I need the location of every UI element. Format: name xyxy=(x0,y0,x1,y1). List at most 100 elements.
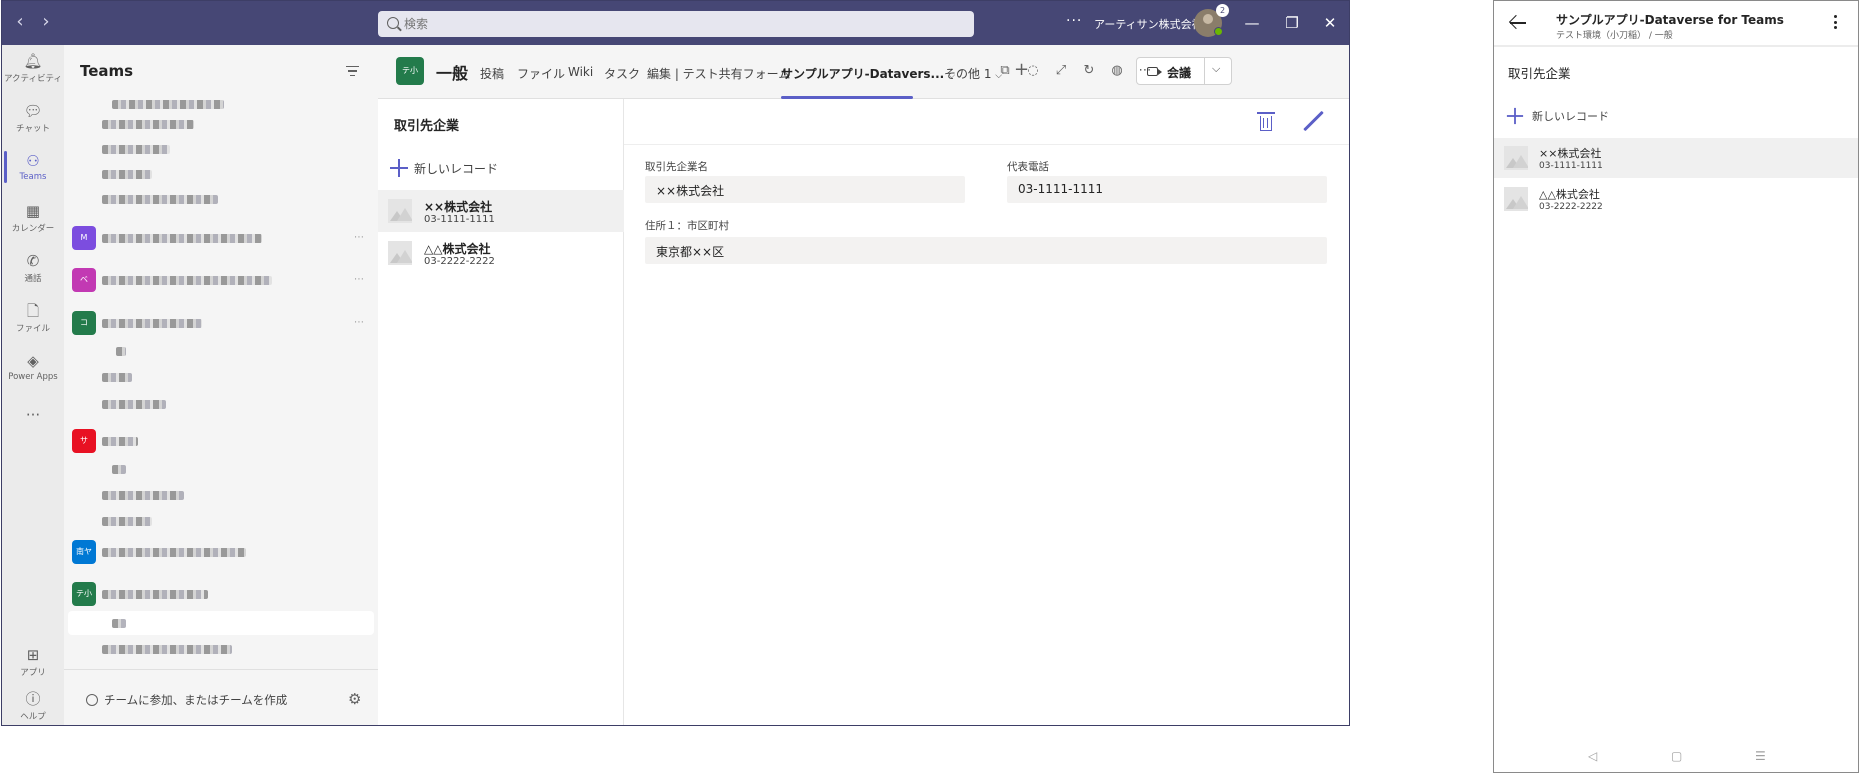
more-options-icon[interactable]: ⋯ xyxy=(1137,63,1153,79)
team-name-blurred[interactable] xyxy=(102,319,202,328)
channel-item-blurred[interactable] xyxy=(102,145,170,154)
appbar-calls[interactable]: ✆ 通話 xyxy=(2,245,64,293)
org-name: アーティサン株式会社 xyxy=(1094,18,1203,31)
record-phone: 03-1111-1111 xyxy=(424,214,495,225)
team-name-blurred[interactable] xyxy=(102,234,262,243)
back-arrow-icon[interactable] xyxy=(1508,13,1530,33)
filter-icon[interactable] xyxy=(346,66,359,77)
minimize-icon[interactable]: — xyxy=(1242,13,1262,33)
company-name-label: 取引先企業名 xyxy=(645,161,708,173)
appbar-teams[interactable]: ⚇ Teams xyxy=(2,145,64,193)
channel-item-blurred[interactable] xyxy=(112,619,126,628)
team-more-icon[interactable]: ⋯ xyxy=(354,274,364,285)
more-options-icon[interactable]: ··· xyxy=(1066,13,1082,29)
address-label: 住所１：市区町村 xyxy=(645,220,729,232)
meet-button-label: 会議 xyxy=(1167,66,1192,80)
channel-item-blurred[interactable] xyxy=(102,517,152,526)
search-box[interactable] xyxy=(378,11,974,37)
record-phone: 03-1111-1111 xyxy=(1539,161,1603,171)
android-back-icon[interactable]: ◁ xyxy=(1588,749,1597,763)
expand-icon[interactable]: ⤢ xyxy=(1053,63,1069,79)
team-name-blurred[interactable] xyxy=(102,548,246,557)
forward-icon[interactable]: › xyxy=(36,12,56,32)
tab-more[interactable]: その他 1 ⌵ xyxy=(944,65,1002,82)
team-avatar[interactable]: 南ヤ xyxy=(72,540,96,564)
team-avatar[interactable]: サ xyxy=(72,429,96,453)
tab-tasks[interactable]: タスク xyxy=(604,65,640,82)
appbar-files[interactable]: 🗋 ファイル xyxy=(2,295,64,343)
gear-icon[interactable]: ⚙ xyxy=(348,690,361,708)
list-item[interactable]: ××株式会社 03-1111-1111 xyxy=(378,190,624,232)
tab-sample-app[interactable]: サンプルアプリ-Datavers... ⌵ xyxy=(781,65,955,82)
teams-panel: Teams M ⋯ ベ ⋯ コ ⋯ サ 南ヤ テ小 チームに参加、またはチームを… xyxy=(64,45,378,725)
join-create-team[interactable]: チームに参加、またはチームを作成 ⚙ xyxy=(64,669,378,725)
back-icon[interactable]: ‹ xyxy=(10,12,30,32)
channel-item-blurred[interactable] xyxy=(102,120,194,129)
list-item[interactable]: △△株式会社 03-2222-2222 xyxy=(378,232,624,274)
notification-badge: 2 xyxy=(1216,4,1229,17)
tab-files[interactable]: ファイル xyxy=(517,65,565,82)
mobile-app-view: サンプルアプリ-Dataverse for Teams テスト環境（小刀稲） /… xyxy=(1493,0,1859,773)
title-bar: ‹ › ··· アーティサン株式会社 2 — ❐ ✕ xyxy=(2,1,1349,45)
conversation-icon[interactable]: ◌ xyxy=(1025,63,1041,79)
team-name-blurred[interactable] xyxy=(102,437,138,446)
team-avatar[interactable]: テ小 xyxy=(72,582,96,606)
team-avatar[interactable]: M xyxy=(72,226,96,250)
channel-header: テ小 一般 投稿 ファイル Wiki タスク 編集 | テスト共有フォーム サン… xyxy=(378,45,1349,99)
tab-posts[interactable]: 投稿 xyxy=(480,65,504,82)
appbar-calendar[interactable]: ▦ カレンダー xyxy=(2,195,64,243)
refresh-icon[interactable]: ↻ xyxy=(1081,63,1097,79)
appbar-activity[interactable]: 🔔︎ アクティビティ xyxy=(2,45,64,93)
app-bar: 🔔︎ アクティビティ 💬︎ チャット ⚇ Teams ▦ カレンダー ✆ 通話 … xyxy=(2,45,64,725)
team-name-blurred[interactable] xyxy=(102,590,208,599)
appbar-more[interactable]: ··· xyxy=(2,399,64,447)
channel-item-blurred[interactable] xyxy=(112,100,224,109)
mobile-app-subtitle: テスト環境（小刀稲） / 一般 xyxy=(1556,31,1673,41)
more-icon: ··· xyxy=(25,406,41,424)
appbar-power-apps[interactable]: ◈ Power Apps xyxy=(2,345,64,393)
chevron-down-icon[interactable]: ⌵ xyxy=(1212,62,1220,76)
appbar-help[interactable]: ⓘ ヘルプ xyxy=(2,683,64,725)
image-placeholder-icon xyxy=(388,199,412,223)
edit-icon[interactable] xyxy=(1302,109,1326,133)
channel-item-blurred[interactable] xyxy=(112,465,126,474)
tab-wiki[interactable]: Wiki xyxy=(568,65,593,79)
team-more-icon[interactable]: ⋯ xyxy=(354,232,364,243)
team-avatar[interactable]: ベ xyxy=(72,268,96,292)
company-name-field[interactable]: ××株式会社 xyxy=(645,176,965,203)
channel-item-blurred[interactable] xyxy=(102,195,218,204)
channel-item-blurred[interactable] xyxy=(102,373,132,382)
search-input[interactable] xyxy=(404,14,944,34)
list-item[interactable]: ××株式会社 03-1111-1111 xyxy=(1494,138,1858,178)
image-placeholder-icon xyxy=(1504,146,1528,170)
delete-icon[interactable] xyxy=(1257,112,1275,132)
android-recents-icon[interactable]: ☰ xyxy=(1755,749,1766,763)
teams-window: ‹ › ··· アーティサン株式会社 2 — ❐ ✕ 🔔︎ アクティビティ 💬︎… xyxy=(1,0,1350,726)
appbar-chat[interactable]: 💬︎ チャット xyxy=(2,95,64,143)
address-field[interactable]: 東京都××区 xyxy=(645,237,1327,264)
power-app-canvas: 取引先企業 新しいレコード ××株式会社 03-1111-1111 △△株式会社… xyxy=(378,99,1349,725)
detail-toolbar xyxy=(624,99,1349,145)
team-name-blurred[interactable] xyxy=(102,276,272,285)
appbar-apps[interactable]: ⊞ アプリ xyxy=(2,639,64,687)
list-item[interactable]: △△株式会社 03-2222-2222 xyxy=(1494,179,1858,219)
channel-item-blurred[interactable] xyxy=(102,645,232,654)
channel-item-blurred[interactable] xyxy=(102,491,184,500)
channel-item-blurred[interactable] xyxy=(102,400,166,409)
restore-icon[interactable]: ❐ xyxy=(1282,13,1302,33)
android-home-icon[interactable]: ▢ xyxy=(1671,749,1682,763)
popout-icon[interactable]: ⧉ xyxy=(997,63,1013,79)
team-avatar[interactable]: コ xyxy=(72,311,96,335)
globe-icon[interactable]: ◍ xyxy=(1109,63,1125,79)
power-apps-icon: ◈ xyxy=(27,352,39,370)
channel-item-blurred[interactable] xyxy=(116,347,126,356)
phone-field[interactable]: 03-1111-1111 xyxy=(1007,176,1327,203)
record-phone: 03-2222-2222 xyxy=(424,256,495,267)
record-name: ××株式会社 xyxy=(424,200,493,214)
tab-edit-shared-form[interactable]: 編集 | テスト共有フォーム xyxy=(647,65,790,82)
channel-item-blurred[interactable] xyxy=(102,170,152,179)
close-icon[interactable]: ✕ xyxy=(1320,13,1340,33)
team-more-icon[interactable]: ⋯ xyxy=(354,317,364,328)
mobile-header: サンプルアプリ-Dataverse for Teams テスト環境（小刀稲） /… xyxy=(1494,1,1858,47)
kebab-menu-icon[interactable] xyxy=(1834,15,1838,31)
